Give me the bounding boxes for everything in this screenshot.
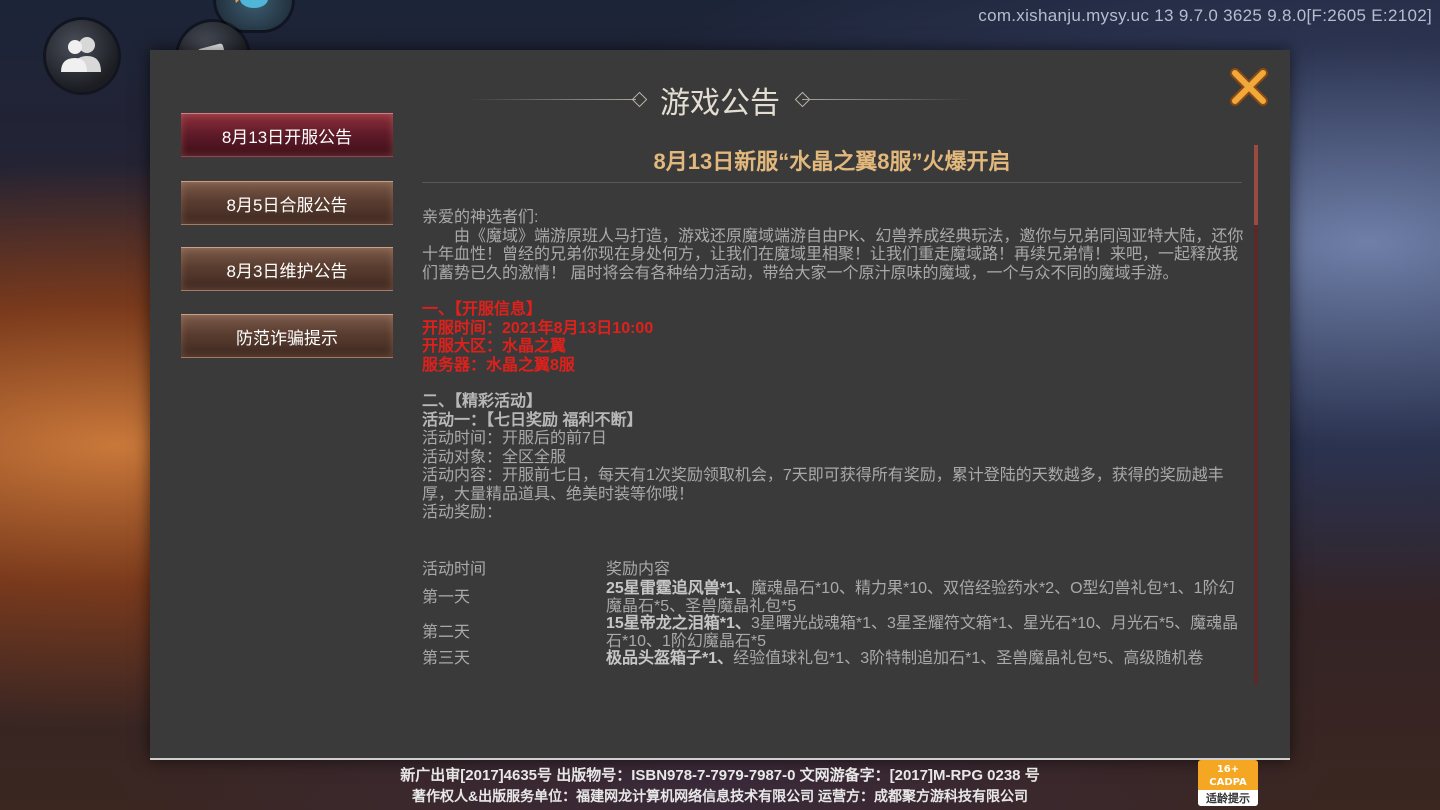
announcement-dialog: 游戏公告 8月13日开服公告 8月5日合服公告 8月3日维护公告 防范诈骗提示 … [150, 50, 1290, 760]
reward-highlight: 25星雷霆追风兽*1、 [606, 580, 751, 597]
age-rating-tip: 适龄提示 [1198, 790, 1258, 806]
day-cell: 第一天 [422, 588, 471, 606]
pet-icon [234, 0, 274, 15]
close-x-icon [1229, 67, 1269, 111]
tab-label: 防范诈骗提示 [236, 328, 338, 348]
tab-label: 8月13日开服公告 [221, 127, 353, 147]
section-open-info-heading: 一、【开服信息】 [422, 301, 543, 318]
server-name-text: 服务器：水晶之翼8服 [422, 356, 575, 374]
header-cell: 奖励内容 [606, 560, 671, 578]
reward-cell: 极品头盔箱子*1、经验值球礼包*1、3阶特制追加石*1、圣兽魔晶礼包*5、高级随… [606, 650, 1250, 668]
age-rating-badge[interactable]: 16+ CADPA 适龄提示 [1198, 760, 1258, 806]
activity-target-text: 活动对象：全区全服 [422, 448, 567, 466]
table-row: 第三天 极品头盔箱子*1、经验值球礼包*1、3阶特制追加石*1、圣兽魔晶礼包*5… [422, 650, 1250, 668]
debug-overlay-text: com.xishanju.mysy.uc 13 9.7.0 3625 9.8.0… [978, 6, 1432, 25]
scrollbar-thumb[interactable] [1254, 145, 1258, 225]
tab-aug5-merge[interactable]: 8月5日合服公告 [181, 181, 393, 225]
activity-time-text: 活动时间：开服后的前7日 [422, 430, 607, 447]
day-cell: 第三天 [422, 650, 471, 667]
close-button[interactable] [1228, 68, 1270, 110]
article-title: 8月13日新服“水晶之翼8服”火爆开启 [422, 132, 1242, 183]
greeting-text: 亲爱的神选者们: [422, 209, 539, 226]
age-rating-org: CADPA [1209, 777, 1247, 788]
activity-content-text: 活动内容：开服前七日，每天有1次奖励领取机会，7天即可获得所有奖励，累计登陆的天… [422, 467, 1224, 503]
activity1-title: 活动一：【七日奖励 福利不断】 [422, 411, 643, 429]
tab-anti-fraud[interactable]: 防范诈骗提示 [181, 314, 393, 358]
reward-cell: 25星雷霆追风兽*1、魔魂晶石*10、精力果*10、双倍经验药水*2、O型幻兽礼… [606, 580, 1250, 615]
activity-reward-label: 活动奖励： [422, 504, 503, 521]
reward-highlight: 15星帝龙之泪箱*1、 [606, 615, 751, 632]
header-cell: 活动时间 [422, 560, 487, 578]
section-activities-heading: 二、【精彩活动】 [422, 393, 543, 410]
content-scrollbar[interactable] [1254, 145, 1258, 685]
table-row: 第一天 25星雷霆追风兽*1、魔魂晶石*10、精力果*10、双倍经验药水*2、O… [422, 580, 1250, 615]
friends-icon [59, 34, 105, 78]
age-rating-number: 16+ [1216, 764, 1240, 775]
open-time-text: 开服时间：2021年8月13日10:00 [422, 319, 654, 337]
tab-aug3-maintenance[interactable]: 8月3日维护公告 [181, 247, 393, 291]
friends-button[interactable] [46, 20, 118, 92]
tab-label: 8月5日合服公告 [226, 195, 348, 215]
open-zone-text: 开服大区：水晶之翼 [422, 338, 567, 355]
table-row: 第二天 15星帝龙之泪箱*1、3星曙光战魂箱*1、3星圣耀符文箱*1、星光石*1… [422, 615, 1250, 650]
reward-table: 活动时间 奖励内容 第一天 25星雷霆追风兽*1、魔魂晶石*10、精力果*10、… [422, 561, 1250, 668]
intro-paragraph: 由《魔域》端游原班人马打造，游戏还原魔域端游自由PK、幻兽养成经典玩法，邀你与兄… [422, 227, 1244, 282]
tab-aug13-open[interactable]: 8月13日开服公告 [181, 113, 393, 157]
reward-highlight: 极品头盔箱子*1、 [606, 650, 734, 667]
reward-rest: 经验值球礼包*1、3阶特制追加石*1、圣兽魔晶礼包*5、高级随机卷 [733, 650, 1204, 667]
reward-table-header: 活动时间 奖励内容 [422, 561, 1250, 581]
day-cell: 第二天 [422, 623, 471, 641]
reward-cell: 15星帝龙之泪箱*1、3星曙光战魂箱*1、3星圣耀符文箱*1、星光石*10、月光… [606, 615, 1250, 650]
tab-label: 8月3日维护公告 [226, 261, 348, 281]
title-ornament-right [802, 99, 970, 100]
announcement-content[interactable]: 8月13日新服“水晶之翼8服”火爆开启 亲爱的神选者们: 由《魔域》端游原班人马… [422, 132, 1250, 684]
